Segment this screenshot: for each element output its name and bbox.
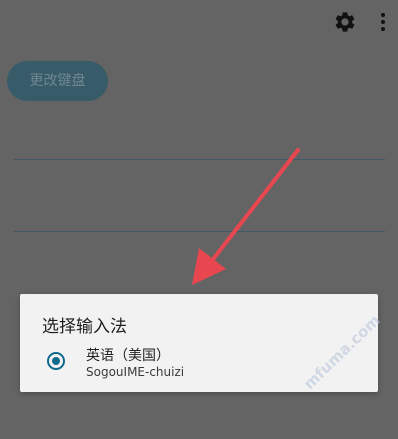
gear-icon bbox=[335, 12, 355, 32]
option-sublabel: SogouIME-chuizi bbox=[86, 365, 185, 379]
input-underline bbox=[14, 231, 385, 232]
more-vert-icon bbox=[381, 13, 385, 31]
radio-button-selected[interactable] bbox=[47, 352, 65, 370]
more-options-button[interactable] bbox=[375, 10, 391, 34]
dialog-title: 选择输入法 bbox=[42, 317, 127, 337]
settings-button[interactable] bbox=[333, 10, 357, 34]
option-label: 英语（美国） bbox=[86, 348, 170, 364]
app-toolbar bbox=[0, 0, 398, 44]
radio-dot-icon bbox=[52, 357, 60, 365]
change-keyboard-button[interactable]: 更改键盘 bbox=[7, 61, 108, 101]
input-underline bbox=[14, 159, 385, 160]
